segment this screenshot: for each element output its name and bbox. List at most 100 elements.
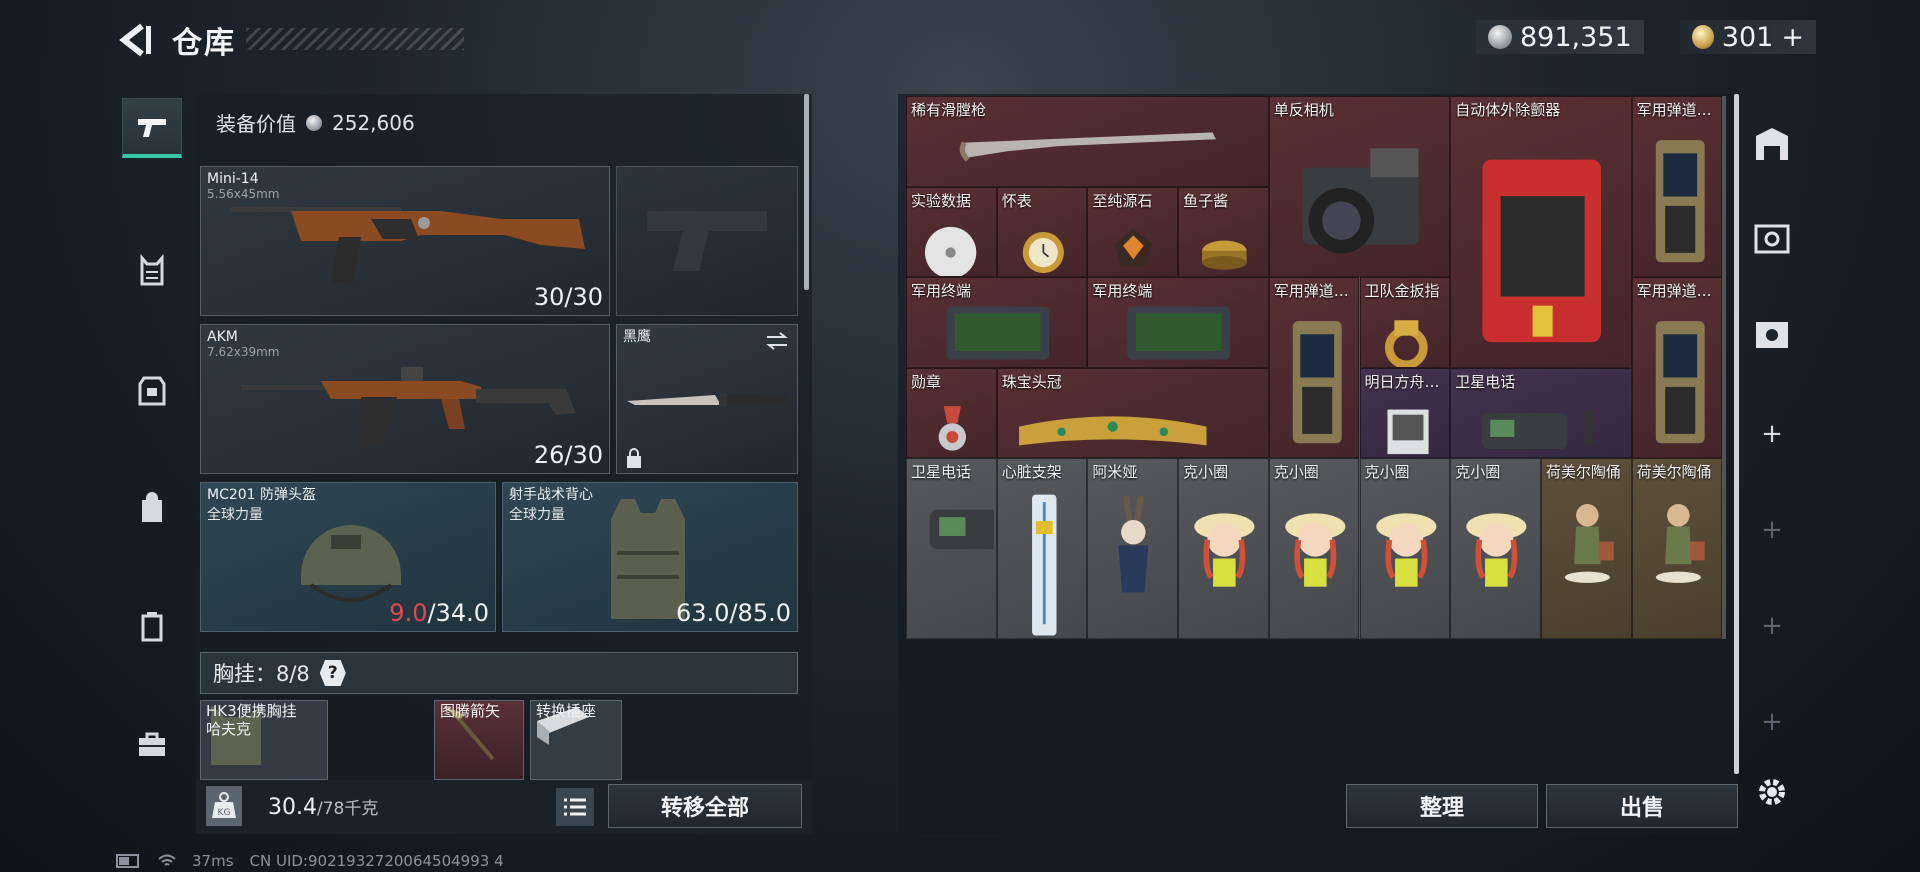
storage-item[interactable]: 阿米娅 <box>1087 458 1179 639</box>
doll-icon <box>1375 513 1436 587</box>
gold-currency[interactable]: 301 + <box>1680 20 1816 54</box>
storage-item[interactable]: 怀表 <box>996 186 1088 277</box>
lock-icon <box>627 448 641 468</box>
tab-weapons[interactable] <box>122 98 182 158</box>
storage-item[interactable]: 军用终端 <box>1087 277 1269 368</box>
storage-item[interactable]: 克小圈 <box>1268 458 1360 639</box>
storage-scrollbar[interactable] <box>1734 94 1739 774</box>
help-icon[interactable]: ? <box>319 660 346 686</box>
item-label: 稀有滑膛枪 <box>911 101 987 119</box>
weight-display: 30.4/78千克 <box>268 794 378 820</box>
storage-item[interactable]: 稀有滑膛枪 <box>906 96 1269 187</box>
ballistic-computer-icon <box>1655 140 1705 263</box>
ballistic-computer-icon <box>1292 321 1342 444</box>
secondary-weapon-slot[interactable]: AKM 7.62x39mm 26/30 <box>200 324 610 474</box>
armor-durability: 63.0/85.0 <box>676 599 791 627</box>
sat-phone-icon <box>1481 409 1594 449</box>
list-view-button[interactable] <box>556 788 594 826</box>
gold-coin-icon <box>1692 25 1714 49</box>
rig-item[interactable]: HK3便携胸挂 哈夫克 <box>200 700 328 780</box>
back-arrow-icon[interactable] <box>116 22 152 58</box>
stent-icon <box>1031 494 1057 636</box>
armor-slot[interactable]: 射手战术背心 全球力量 63.0/85.0 <box>502 482 798 632</box>
melee-slot[interactable]: 黑鹰 <box>616 324 798 474</box>
cd-case-icon <box>1387 409 1429 454</box>
primary-weapon-slot[interactable]: Mini-14 5.56x45mm 30/30 <box>200 166 610 316</box>
weapon-name: Mini-14 <box>207 171 259 187</box>
storage-item[interactable]: 军用弹道… <box>1268 277 1360 458</box>
gold-ring-icon <box>1384 320 1428 367</box>
tab-backpack[interactable] <box>122 478 182 538</box>
storage-item[interactable]: 实验数据 <box>906 186 997 277</box>
rig-item[interactable]: 转换插座 <box>530 700 622 780</box>
storage-home-tab[interactable] <box>1750 122 1794 166</box>
storage-item[interactable]: 至纯源石 <box>1087 186 1179 277</box>
tab-rig[interactable] <box>122 240 182 300</box>
item-label: 克小圈 <box>1183 463 1229 481</box>
helmet-brand: 全球力量 <box>207 507 263 523</box>
item-label: 卫星电话 <box>1455 372 1516 391</box>
item-label: 克小圈 <box>1364 463 1410 481</box>
item-label: 实验数据 <box>911 191 972 210</box>
transfer-all-button[interactable]: 转移全部 <box>608 784 802 828</box>
vest-icon <box>138 376 166 406</box>
settings-button[interactable] <box>1750 770 1794 814</box>
swap-icon[interactable] <box>765 331 789 351</box>
disc-icon <box>924 226 977 276</box>
storage-item[interactable]: 卫星电话 <box>1450 367 1632 458</box>
storage-item[interactable]: 克小圈 <box>1450 458 1541 639</box>
pistol-slot[interactable] <box>616 166 798 316</box>
tab-case[interactable] <box>122 596 182 656</box>
armor-brand: 全球力量 <box>509 507 565 523</box>
doll-icon <box>1194 513 1255 587</box>
tab-toolbox[interactable] <box>122 714 182 774</box>
melee-name: 黑鹰 <box>623 329 651 345</box>
crown-icon <box>1018 415 1207 445</box>
tab-armor[interactable] <box>122 360 182 420</box>
gear-icon <box>1759 779 1785 805</box>
storage-tab-4[interactable] <box>1750 216 1794 260</box>
toolbox-icon <box>139 732 165 756</box>
vault-icon <box>1756 128 1788 160</box>
doll-icon <box>1466 513 1527 587</box>
item-label: 荷美尔陶俑 <box>1545 463 1621 481</box>
storage-item[interactable]: 卫星电话 <box>906 458 997 639</box>
storage-item[interactable]: 克小圈 <box>1178 458 1269 639</box>
rig-item-name: HK3便携胸挂 <box>206 702 297 720</box>
musket-icon <box>959 132 1216 162</box>
add-storage-icon[interactable]: + <box>1750 412 1794 456</box>
ammo-count: 30/30 <box>533 283 603 311</box>
item-label: 卫队金扳指 <box>1364 282 1440 300</box>
rig-item[interactable]: 图腾箭矢 <box>434 700 524 780</box>
storage-item[interactable]: 明日方舟… <box>1359 367 1451 458</box>
rig-item-name: 转换插座 <box>536 702 597 720</box>
add-gold-icon[interactable]: + <box>1781 22 1804 53</box>
storage-item[interactable]: 克小圈 <box>1359 458 1451 639</box>
armor-name: 射手战术背心 <box>509 487 593 503</box>
storage-item[interactable]: 军用弹道… <box>1631 96 1723 277</box>
item-label: 勋章 <box>911 372 942 391</box>
storage-tab-4b[interactable] <box>1750 312 1794 356</box>
storage-grid: 稀有滑膛枪 单反相机 自动体外除颤器 军用弹道… 实验数据 怀表 至纯源石 鱼子酱 军用终端 军用… <box>906 96 1726 639</box>
chest-rig-header: 胸挂：8/8 ? <box>200 652 798 694</box>
storage-item[interactable]: 勋章 <box>906 367 997 458</box>
storage-item[interactable]: 心脏支架 <box>996 458 1088 639</box>
item-label: 怀表 <box>1001 191 1032 210</box>
item-label: 心脏支架 <box>1001 463 1062 481</box>
svg-text:KG: KG <box>218 808 231 818</box>
storage-item[interactable]: 单反相机 <box>1268 96 1451 277</box>
storage-item[interactable]: 军用弹道… <box>1631 277 1723 458</box>
helmet-slot[interactable]: MC201 防弹头盔 全球力量 9.0/34.0 <box>200 482 496 632</box>
storage-item[interactable]: 荷美尔陶俑 <box>1631 458 1723 639</box>
storage-item[interactable]: 荷美尔陶俑 <box>1540 458 1632 639</box>
storage-item[interactable]: 自动体外除颤器 <box>1450 96 1632 368</box>
storage-item[interactable]: 卫队金扳指 <box>1359 277 1451 368</box>
storage-item[interactable]: 鱼子酱 <box>1178 186 1269 277</box>
weight-icon: KG <box>206 786 242 826</box>
storage-item[interactable]: 军用终端 <box>906 277 1088 368</box>
helmet-durability: 9.0/34.0 <box>389 599 489 627</box>
storage-item[interactable]: 珠宝头冠 <box>996 367 1269 458</box>
sort-button[interactable]: 整理 <box>1346 784 1538 828</box>
sell-button[interactable]: 出售 <box>1546 784 1738 828</box>
loadout-scrollbar[interactable] <box>804 94 809 290</box>
